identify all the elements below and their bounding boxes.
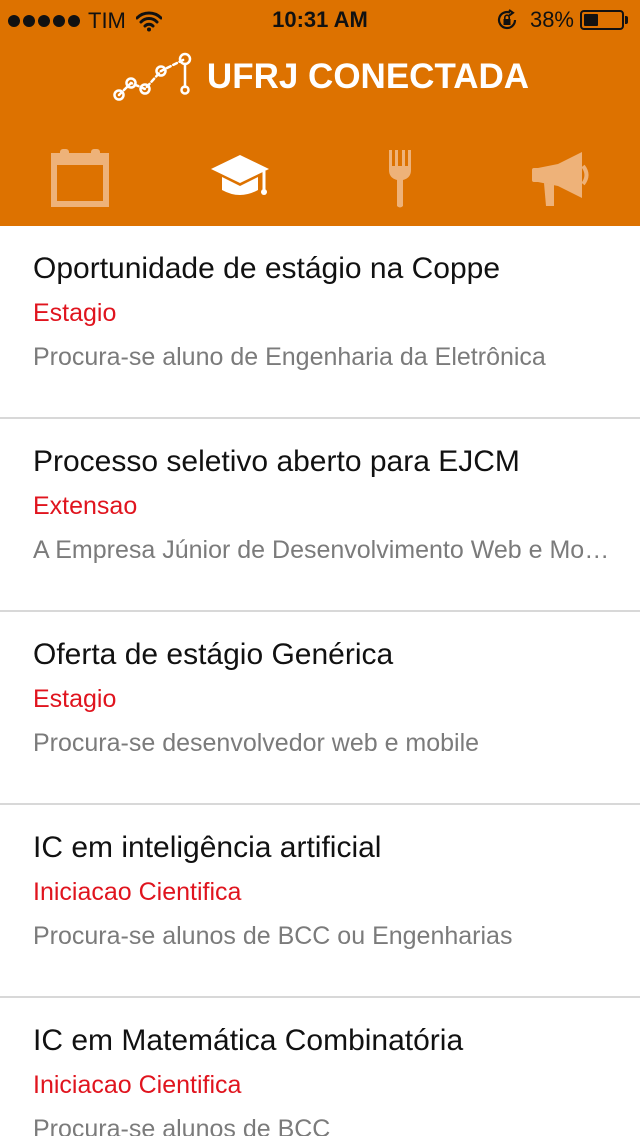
item-category: Iniciacao Cientifica [33,878,242,906]
header: TIM 10:31 AM 38% UFRJ CONECTADA [0,0,640,226]
item-title: Processo seletivo aberto para EJCM [33,445,520,478]
tab-calendar[interactable] [0,140,160,216]
list-item[interactable]: Processo seletivo aberto para EJCM Exten… [0,419,640,612]
item-title: Oportunidade de estágio na Coppe [33,252,501,285]
item-category: Estagio [33,299,117,327]
list-item[interactable]: Oferta de estágio Genérica Estagio Procu… [0,612,640,805]
battery-icon [580,10,624,30]
list-item[interactable]: Oportunidade de estágio na Coppe Estagio… [0,226,640,419]
brand: UFRJ CONECTADA [0,44,640,110]
list-item[interactable]: IC em inteligência artificial Iniciacao … [0,805,640,998]
tab-bar [0,140,640,216]
battery-percent: 38% [529,7,574,32]
rotation-lock-icon [497,9,517,30]
tab-food[interactable] [320,140,480,216]
tab-announcements[interactable] [480,140,640,216]
item-title: IC em inteligência artificial [33,831,382,864]
battery-fill [584,14,598,26]
megaphone-icon [532,152,589,206]
list-item[interactable]: IC em Matemática Combinatória Iniciacao … [0,998,640,1136]
item-title: IC em Matemática Combinatória [33,1024,464,1057]
status-bar: TIM 10:31 AM 38% [0,0,640,40]
item-category: Iniciacao Cientifica [33,1071,242,1099]
opportunity-list: Oportunidade de estágio na Coppe Estagio… [0,226,640,1136]
graduation-cap-icon [211,155,269,195]
app-screen: TIM 10:31 AM 38% UFRJ CONECTADA Oportuni… [0,0,640,1136]
app-title: UFRJ CONECTADA [206,57,530,96]
item-description: A Empresa Júnior de Desenvolvimento Web … [33,536,611,564]
tab-graduation[interactable] [160,140,320,216]
item-description: Procura-se aluno de Engenharia da Eletrô… [33,343,546,371]
calendar-icon [51,149,109,207]
battery-tip [625,16,628,24]
status-right: 38% [496,7,628,33]
fork-icon [389,150,411,208]
item-description: Procura-se alunos de BCC [33,1115,331,1136]
item-category: Estagio [33,685,117,713]
line-graph-logo-icon [113,52,192,101]
item-title: Oferta de estágio Genérica [33,638,394,671]
item-category: Extensao [33,492,138,520]
item-description: Procura-se desenvolvedor web e mobile [33,729,480,757]
item-description: Procura-se alunos de BCC ou Engenharias [33,922,513,950]
